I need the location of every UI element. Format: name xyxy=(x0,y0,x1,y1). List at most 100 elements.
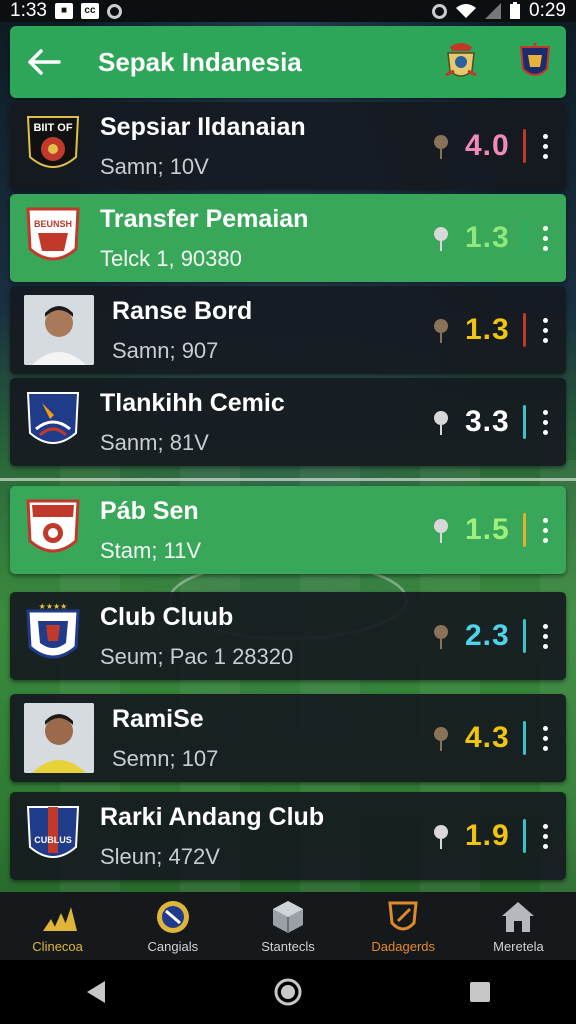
list-item[interactable]: RamiSe Semn; 107 4.3 xyxy=(10,694,566,782)
club-sub: Sanm; 81V xyxy=(100,429,209,455)
list-item[interactable]: Tlankihh Cemic Sanm; 81V 3.3 xyxy=(10,378,566,466)
nav-label: Stantecls xyxy=(261,938,315,954)
club-logo: CUBLUS xyxy=(24,803,82,869)
club-shield-icon[interactable] xyxy=(518,41,552,83)
club-sub: Seum; Pac 1 28320 xyxy=(100,643,294,669)
system-back-button[interactable] xyxy=(76,972,116,1012)
system-navigation xyxy=(0,960,576,1024)
list-item[interactable]: Ranse Bord Samn; 907 1.3 xyxy=(10,286,566,374)
shield-icon xyxy=(388,901,418,930)
player-name: Ranse Bord xyxy=(112,296,253,325)
svg-text:★★★★: ★★★★ xyxy=(39,603,68,611)
club-sub: Sleun; 472V xyxy=(100,843,220,869)
player-sub: Samn; 907 xyxy=(112,337,219,363)
club-sub: Telck 1, 90380 xyxy=(100,245,242,271)
cube-icon xyxy=(273,900,303,933)
club-logo: ★★★★ xyxy=(24,603,82,669)
more-options-icon[interactable] xyxy=(540,517,550,543)
list-item[interactable]: ★★★★ Club Cluub Seum; Pac 1 28320 2.3 xyxy=(10,592,566,680)
list-item[interactable]: BEUNSH Transfer Pemaian Telck 1, 90380 1… xyxy=(10,194,566,282)
system-recents-button[interactable] xyxy=(460,972,500,1012)
back-button[interactable] xyxy=(24,42,64,82)
svg-text:BIIT OF: BIIT OF xyxy=(33,122,72,134)
page-title: Sepak Indanesia xyxy=(98,46,302,77)
pin-icon xyxy=(434,519,448,543)
nav-label: Dadagerds xyxy=(371,938,436,954)
pin-icon xyxy=(434,825,448,849)
more-options-icon[interactable] xyxy=(540,725,550,751)
list-item[interactable]: CUBLUS Rarki Andang Club Sleun; 472V 1.9 xyxy=(10,792,566,880)
system-home-button[interactable] xyxy=(268,972,308,1012)
nav-item-dadagerds[interactable]: Dadagerds xyxy=(346,892,461,960)
sync-icon xyxy=(432,3,448,19)
club-name: Rarki Andang Club xyxy=(100,802,325,831)
nav-item-stantecls[interactable]: Stantecls xyxy=(230,892,345,960)
ball-icon xyxy=(156,900,189,933)
rating-divider xyxy=(523,619,526,653)
pin-icon xyxy=(434,319,448,343)
nav-label: Cangials xyxy=(147,938,199,954)
nav-item-cangials[interactable]: Cangials xyxy=(115,892,230,960)
rating-score: 1.3 xyxy=(465,313,510,346)
back-icon xyxy=(87,981,105,1003)
nav-label: Meretela xyxy=(493,938,544,954)
player-name: RamiSe xyxy=(112,704,204,733)
pin-icon xyxy=(434,411,448,435)
more-options-icon[interactable] xyxy=(540,225,550,251)
arrow-left-icon xyxy=(28,49,61,75)
status-time-right: 0:29 xyxy=(529,0,566,21)
list-item[interactable]: Páb Sen Stam; 11V 1.5 xyxy=(10,486,566,574)
player-photo xyxy=(24,295,94,365)
more-options-icon[interactable] xyxy=(540,823,550,849)
club-logo: BIIT OF xyxy=(24,113,82,179)
home-icon xyxy=(274,978,302,1006)
rating-score: 4.0 xyxy=(465,129,510,162)
cc-icon: cc xyxy=(80,3,99,19)
more-options-icon[interactable] xyxy=(540,409,550,435)
list-item[interactable]: BIIT OF Sepsiar Ildanaian Samn; 10V 4.0 xyxy=(10,102,566,190)
club-logo: BEUNSH xyxy=(24,205,82,271)
club-sub: Stam; 11V xyxy=(100,537,202,563)
more-options-icon[interactable] xyxy=(540,133,550,159)
battery-icon xyxy=(510,2,521,19)
nav-item-clinecoa[interactable]: Clinecoa xyxy=(0,892,115,960)
pitch-line xyxy=(0,478,576,481)
rating-score: 2.3 xyxy=(465,619,510,652)
signal-icon xyxy=(485,3,502,19)
club-name: Tlankihh Cemic xyxy=(100,388,285,417)
rating-score: 1.9 xyxy=(465,819,510,852)
app-header: Sepak Indanesia xyxy=(10,26,566,98)
stripes-icon xyxy=(42,906,77,931)
pin-icon xyxy=(434,727,448,751)
club-name: Páb Sen xyxy=(100,496,199,525)
more-options-icon[interactable] xyxy=(540,317,550,343)
club-sub: Samn; 10V xyxy=(100,153,209,179)
rating-divider xyxy=(523,513,526,547)
player-photo xyxy=(24,703,94,773)
wifi-icon xyxy=(456,4,477,18)
status-time-left: 1:33 xyxy=(10,0,47,21)
rating-divider xyxy=(523,221,526,255)
rating-divider xyxy=(523,129,526,163)
pin-icon xyxy=(434,227,448,251)
garuda-crest-icon[interactable] xyxy=(444,41,478,83)
rating-score: 3.3 xyxy=(465,405,510,438)
rating-score: 1.5 xyxy=(465,513,510,546)
club-name: Transfer Pemaian xyxy=(100,204,309,233)
notification-icon: ■ xyxy=(54,3,73,19)
nav-label: Clinecoa xyxy=(32,938,83,954)
rating-score: 1.3 xyxy=(465,221,510,254)
pin-icon xyxy=(434,625,448,649)
rating-divider xyxy=(523,405,526,439)
more-options-icon[interactable] xyxy=(540,623,550,649)
home-icon xyxy=(502,901,535,932)
club-logo xyxy=(24,497,82,563)
pin-icon xyxy=(434,135,448,159)
rating-divider xyxy=(523,819,526,853)
settings-icon xyxy=(106,3,122,19)
bottom-navigation: Clinecoa Cangials Stantecls Dadagerds Me… xyxy=(0,892,576,960)
nav-item-meretela[interactable]: Meretela xyxy=(461,892,576,960)
club-logo xyxy=(24,389,82,455)
club-name: Club Cluub xyxy=(100,602,234,631)
recents-icon xyxy=(470,982,490,1002)
